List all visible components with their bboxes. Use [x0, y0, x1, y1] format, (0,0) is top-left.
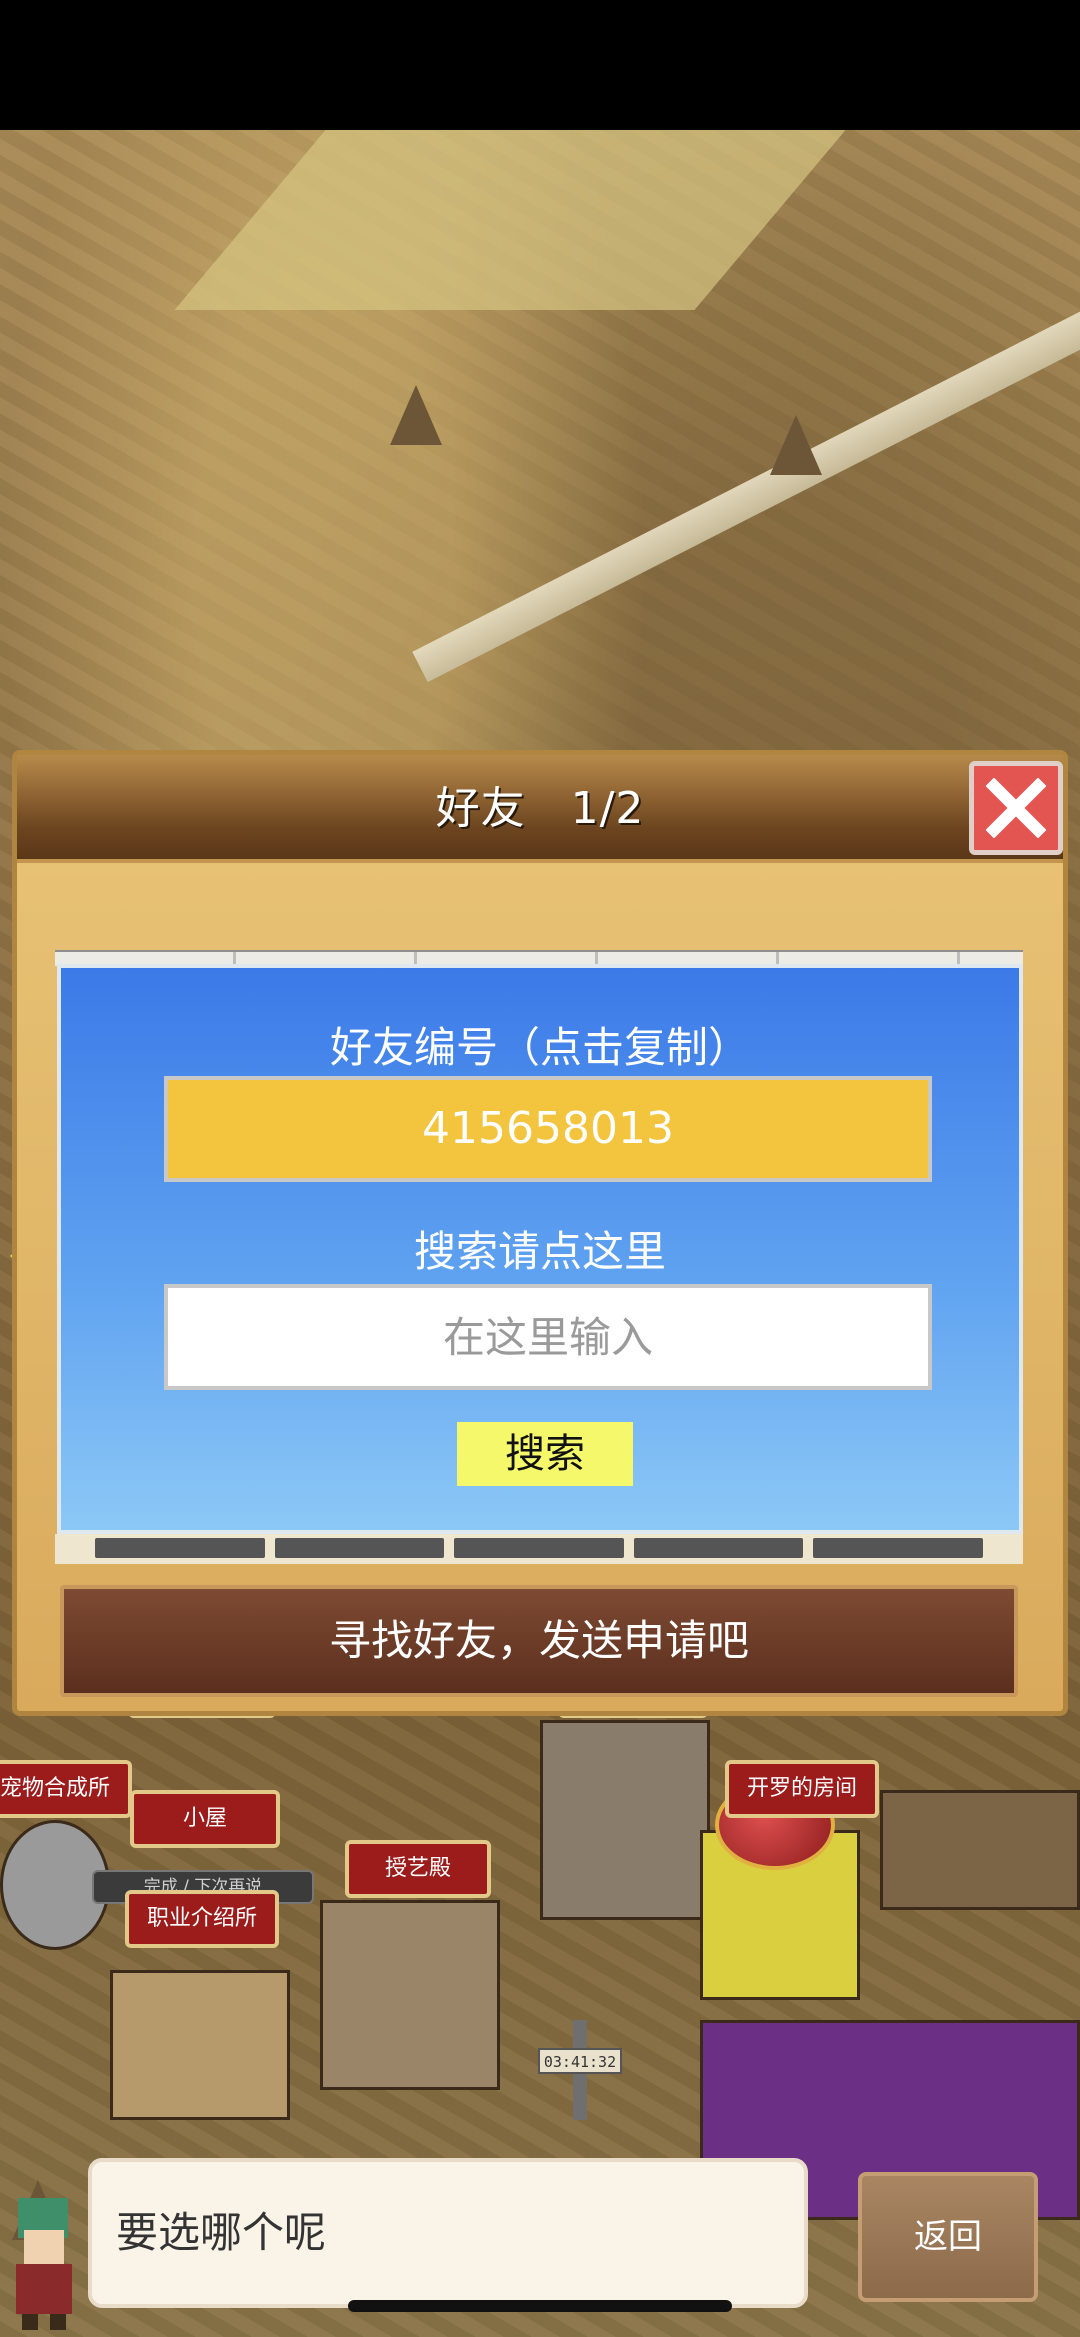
friend-code-panel: 好友编号（点击复制） 415658013 搜索请点这里 搜索 [57, 964, 1023, 1534]
search-button[interactable]: 搜索 [457, 1422, 633, 1486]
rock [390, 385, 442, 445]
facility-label-pet-fusion[interactable]: 宠物合成所 [0, 1760, 133, 1818]
dialog-title: 好友 1/2 [435, 783, 645, 834]
status-bar [0, 0, 1080, 130]
building-job-office[interactable] [110, 1970, 290, 2120]
close-button[interactable] [969, 761, 1063, 855]
find-friends-button[interactable]: 寻找好友，发送申请吧 [60, 1585, 1018, 1697]
tab-indicator[interactable] [274, 1538, 445, 1558]
tab-indicator[interactable] [633, 1538, 804, 1558]
sand-patch [174, 130, 846, 310]
building-castle-tower[interactable] [540, 1720, 710, 1920]
character-avatar-icon [16, 2198, 72, 2330]
rock [770, 415, 822, 475]
search-hint: 搜索请点这里 [413, 1227, 666, 1276]
panel-heading: 好友编号（点击复制） [329, 1023, 750, 1072]
tab-strip-bottom [55, 1534, 1023, 1564]
building-training-hall[interactable] [320, 1900, 500, 2090]
tab-indicator[interactable] [95, 1538, 265, 1558]
back-button[interactable]: 返回 [858, 2172, 1038, 2302]
facility-label-hut[interactable]: 小屋 [130, 1790, 280, 1848]
search-input[interactable] [164, 1284, 932, 1390]
facility-label-kairo-room[interactable]: 开罗的房间 [725, 1760, 880, 1818]
dialog-speech-bubble: 要选哪个呢 [88, 2158, 808, 2308]
friend-id-copy-field[interactable]: 415658013 [164, 1076, 932, 1182]
timer-display: 03:41:32 [538, 2048, 622, 2074]
facility-label-job-office[interactable]: 职业介绍所 [125, 1890, 280, 1948]
tab-indicator[interactable] [454, 1538, 624, 1558]
close-icon [986, 778, 1046, 838]
home-indicator[interactable] [348, 2300, 732, 2312]
tab-indicator[interactable] [813, 1538, 983, 1558]
market-stalls[interactable] [880, 1790, 1080, 1910]
facility-label-training-hall[interactable]: 授艺殿 [345, 1840, 491, 1898]
